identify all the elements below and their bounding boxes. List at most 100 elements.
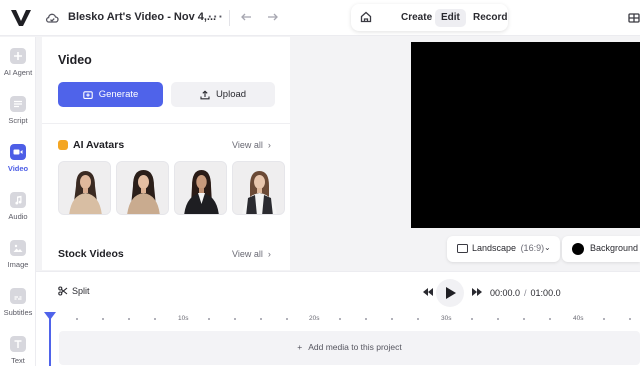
ai-avatars-badge-icon bbox=[58, 140, 68, 150]
upload-label: Upload bbox=[215, 89, 247, 100]
mode-create-button[interactable]: Create bbox=[395, 9, 438, 27]
plus-icon: + bbox=[297, 342, 303, 352]
mode-switcher: Create Edit Record bbox=[351, 4, 508, 31]
ruler-tick bbox=[471, 318, 473, 320]
mode-edit-button[interactable]: Edit bbox=[435, 9, 466, 27]
empty-media-track[interactable]: + Add media to this project bbox=[59, 331, 640, 365]
plus-square-icon bbox=[10, 48, 26, 64]
ruler-label: 10s bbox=[178, 315, 189, 322]
ruler-tick bbox=[417, 318, 419, 320]
video-camera-icon bbox=[10, 144, 26, 160]
ruler-tick bbox=[549, 318, 551, 320]
image-icon bbox=[10, 240, 26, 256]
background-button[interactable]: Background bbox=[562, 236, 640, 262]
project-title[interactable]: Blesko Art's Video - Nov 4,... bbox=[68, 11, 216, 23]
rail-item-video[interactable]: Video bbox=[0, 144, 36, 184]
generate-button[interactable]: Generate bbox=[58, 82, 163, 107]
top-bar: Blesko Art's Video - Nov 4,... ··· Creat… bbox=[0, 0, 640, 36]
upload-icon bbox=[200, 89, 210, 99]
divider bbox=[42, 123, 290, 124]
add-media-label: Add media to this project bbox=[308, 342, 402, 352]
rail-item-label: Script bbox=[8, 116, 28, 125]
chevron-down-icon: ⌄ bbox=[544, 243, 551, 252]
rail-item-label: Subtitles bbox=[3, 308, 33, 317]
current-time: 00:00.0 bbox=[490, 288, 521, 298]
avatar-woman-black-suit-image bbox=[175, 162, 226, 214]
avatar-card[interactable] bbox=[174, 161, 227, 215]
upload-button[interactable]: Upload bbox=[171, 82, 275, 107]
split-label: Split bbox=[72, 286, 90, 296]
left-nav-rail: AI Agent Script Video Audio Image Subtit… bbox=[0, 37, 36, 366]
avatar-woman-beige-image bbox=[59, 162, 110, 214]
avatar-card[interactable] bbox=[58, 161, 111, 215]
rail-item-text[interactable]: Text bbox=[0, 336, 36, 366]
video-panel: Video Generate Upload AI Avatars View al… bbox=[42, 37, 290, 270]
ruler-tick bbox=[102, 318, 104, 320]
total-duration: 01:00.0 bbox=[530, 288, 561, 298]
ruler-tick bbox=[208, 318, 210, 320]
ruler-tick bbox=[629, 318, 631, 320]
ai-avatars-title: AI Avatars bbox=[73, 139, 125, 151]
avatar-card[interactable] bbox=[116, 161, 169, 215]
rail-item-label: AI Agent bbox=[3, 68, 33, 77]
ruler-tick bbox=[234, 318, 236, 320]
ruler-tick bbox=[128, 318, 130, 320]
aspect-label: Landscape bbox=[472, 243, 517, 253]
view-all-label: View all bbox=[232, 249, 263, 259]
timeline-ruler[interactable]: 10s 20s 30s 40s bbox=[36, 312, 640, 328]
time-display: 00:00.0/01:00.0 bbox=[490, 288, 561, 298]
rail-item-subtitles[interactable]: Subtitles bbox=[0, 288, 36, 328]
background-label: Background bbox=[590, 243, 639, 253]
ruler-tick bbox=[391, 318, 393, 320]
rewind-icon[interactable] bbox=[423, 288, 433, 296]
time-separator: / bbox=[524, 288, 527, 298]
text-icon bbox=[10, 336, 26, 352]
landscape-icon bbox=[457, 244, 468, 253]
aspect-ratio-dropdown[interactable]: Landscape (16:9) ⌄ bbox=[447, 236, 560, 262]
home-icon[interactable] bbox=[359, 10, 373, 24]
cloud-save-icon[interactable] bbox=[45, 11, 59, 25]
ruler-tick bbox=[523, 318, 525, 320]
redo-icon[interactable] bbox=[266, 10, 280, 24]
ruler-label: 20s bbox=[309, 315, 320, 322]
ruler-label: 30s bbox=[441, 315, 452, 322]
rail-item-image[interactable]: Image bbox=[0, 240, 36, 280]
script-icon bbox=[10, 96, 26, 112]
aspect-ratio-value: Landscape (16:9) bbox=[472, 243, 544, 253]
rail-item-label: Video bbox=[7, 164, 29, 173]
stock-videos-view-all-link[interactable]: View all › bbox=[232, 249, 271, 259]
generate-label: Generate bbox=[98, 89, 139, 100]
scissors-icon bbox=[58, 286, 68, 296]
play-icon bbox=[446, 287, 456, 299]
ai-avatars-view-all-link[interactable]: View all › bbox=[232, 140, 271, 150]
video-preview-canvas[interactable] bbox=[411, 42, 640, 228]
avatar-card[interactable] bbox=[232, 161, 285, 215]
fast-forward-icon[interactable] bbox=[472, 288, 482, 296]
ruler-tick bbox=[76, 318, 78, 320]
mode-record-button[interactable]: Record bbox=[467, 9, 513, 27]
playhead-line[interactable] bbox=[49, 318, 51, 366]
ruler-tick bbox=[365, 318, 367, 320]
avatar-woman-tan-image bbox=[117, 162, 168, 214]
ruler-tick bbox=[497, 318, 499, 320]
music-note-icon bbox=[10, 192, 26, 208]
rail-item-script[interactable]: Script bbox=[0, 96, 36, 136]
play-button[interactable] bbox=[436, 279, 464, 307]
app-logo[interactable] bbox=[10, 8, 32, 28]
chevron-right-icon: › bbox=[267, 249, 271, 259]
more-options-button[interactable]: ··· bbox=[208, 9, 224, 24]
ruler-tick bbox=[603, 318, 605, 320]
rail-item-label: Audio bbox=[8, 212, 28, 221]
rail-item-label: Image bbox=[7, 260, 29, 269]
avatar-woman-vest-image bbox=[233, 162, 284, 214]
rail-item-ai-agent[interactable]: AI Agent bbox=[0, 48, 36, 88]
ruler-tick bbox=[154, 318, 156, 320]
grid-icon[interactable] bbox=[627, 11, 640, 25]
background-color-swatch bbox=[572, 243, 584, 255]
generate-icon bbox=[82, 90, 93, 99]
ruler-tick bbox=[286, 318, 288, 320]
undo-icon[interactable] bbox=[239, 10, 253, 24]
rail-item-audio[interactable]: Audio bbox=[0, 192, 36, 232]
view-all-label: View all bbox=[232, 140, 263, 150]
timeline-panel: Split 00:00.0/01:00.0 10s 20s 30s 40s + A bbox=[36, 271, 640, 366]
